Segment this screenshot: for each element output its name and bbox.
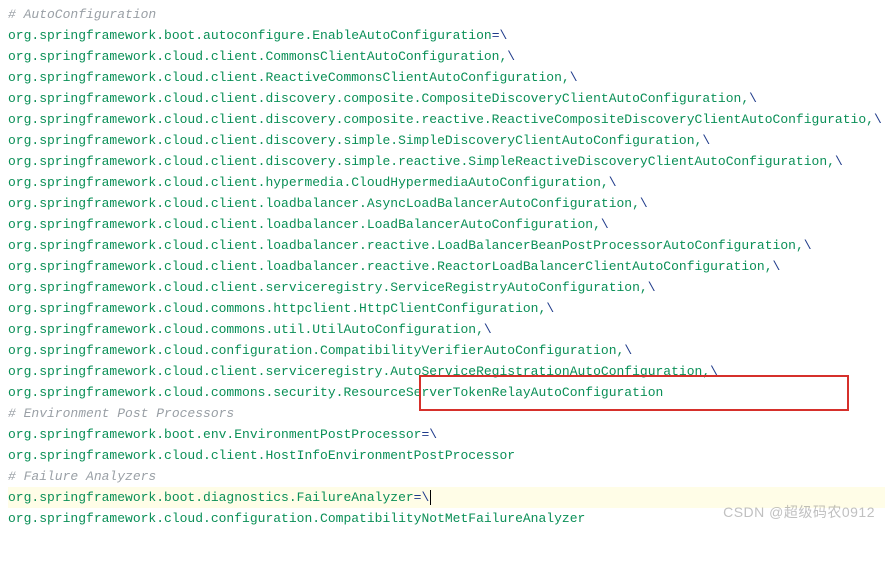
config-value-line: org.springframework.cloud.client.Reactiv… [8,67,885,88]
text-cursor [430,490,431,505]
config-value-line: org.springframework.cloud.client.loadbal… [8,214,885,235]
envpost-values: org.springframework.cloud.client.HostInf… [8,445,885,466]
config-value-line: org.springframework.cloud.client.service… [8,277,885,298]
config-value-line: org.springframework.cloud.client.service… [8,361,885,382]
config-value-line: org.springframework.cloud.commons.util.U… [8,319,885,340]
config-value-line: org.springframework.cloud.client.loadbal… [8,235,885,256]
config-value-line: org.springframework.cloud.client.loadbal… [8,193,885,214]
config-value-line: org.springframework.cloud.commons.httpcl… [8,298,885,319]
config-value-line: org.springframework.cloud.client.discove… [8,130,885,151]
config-value-line: org.springframework.cloud.configuration.… [8,508,885,529]
key-envpost: org.springframework.boot.env.Environment… [8,424,885,445]
comment-failure: # Failure Analyzers [8,466,885,487]
comment-envpost: # Environment Post Processors [8,403,885,424]
config-value-line: org.springframework.cloud.client.discove… [8,109,885,130]
config-value-line: org.springframework.cloud.commons.securi… [8,382,885,403]
comment-autoconfig: # AutoConfiguration [8,4,885,25]
config-value-line: org.springframework.cloud.client.discove… [8,88,885,109]
config-value-line: org.springframework.cloud.configuration.… [8,340,885,361]
key-failure[interactable]: org.springframework.boot.diagnostics.Fai… [8,487,885,508]
config-value-line: org.springframework.cloud.client.Commons… [8,46,885,67]
autoconfig-values: org.springframework.cloud.client.Commons… [8,46,885,403]
key-enable-auto: org.springframework.boot.autoconfigure.E… [8,25,885,46]
config-value-line: org.springframework.cloud.client.loadbal… [8,256,885,277]
failure-values: org.springframework.cloud.configuration.… [8,508,885,529]
config-value-line: org.springframework.cloud.client.HostInf… [8,445,885,466]
config-value-line: org.springframework.cloud.client.discove… [8,151,885,172]
code-container: # AutoConfiguration org.springframework.… [8,4,885,529]
config-value-line: org.springframework.cloud.client.hyperme… [8,172,885,193]
